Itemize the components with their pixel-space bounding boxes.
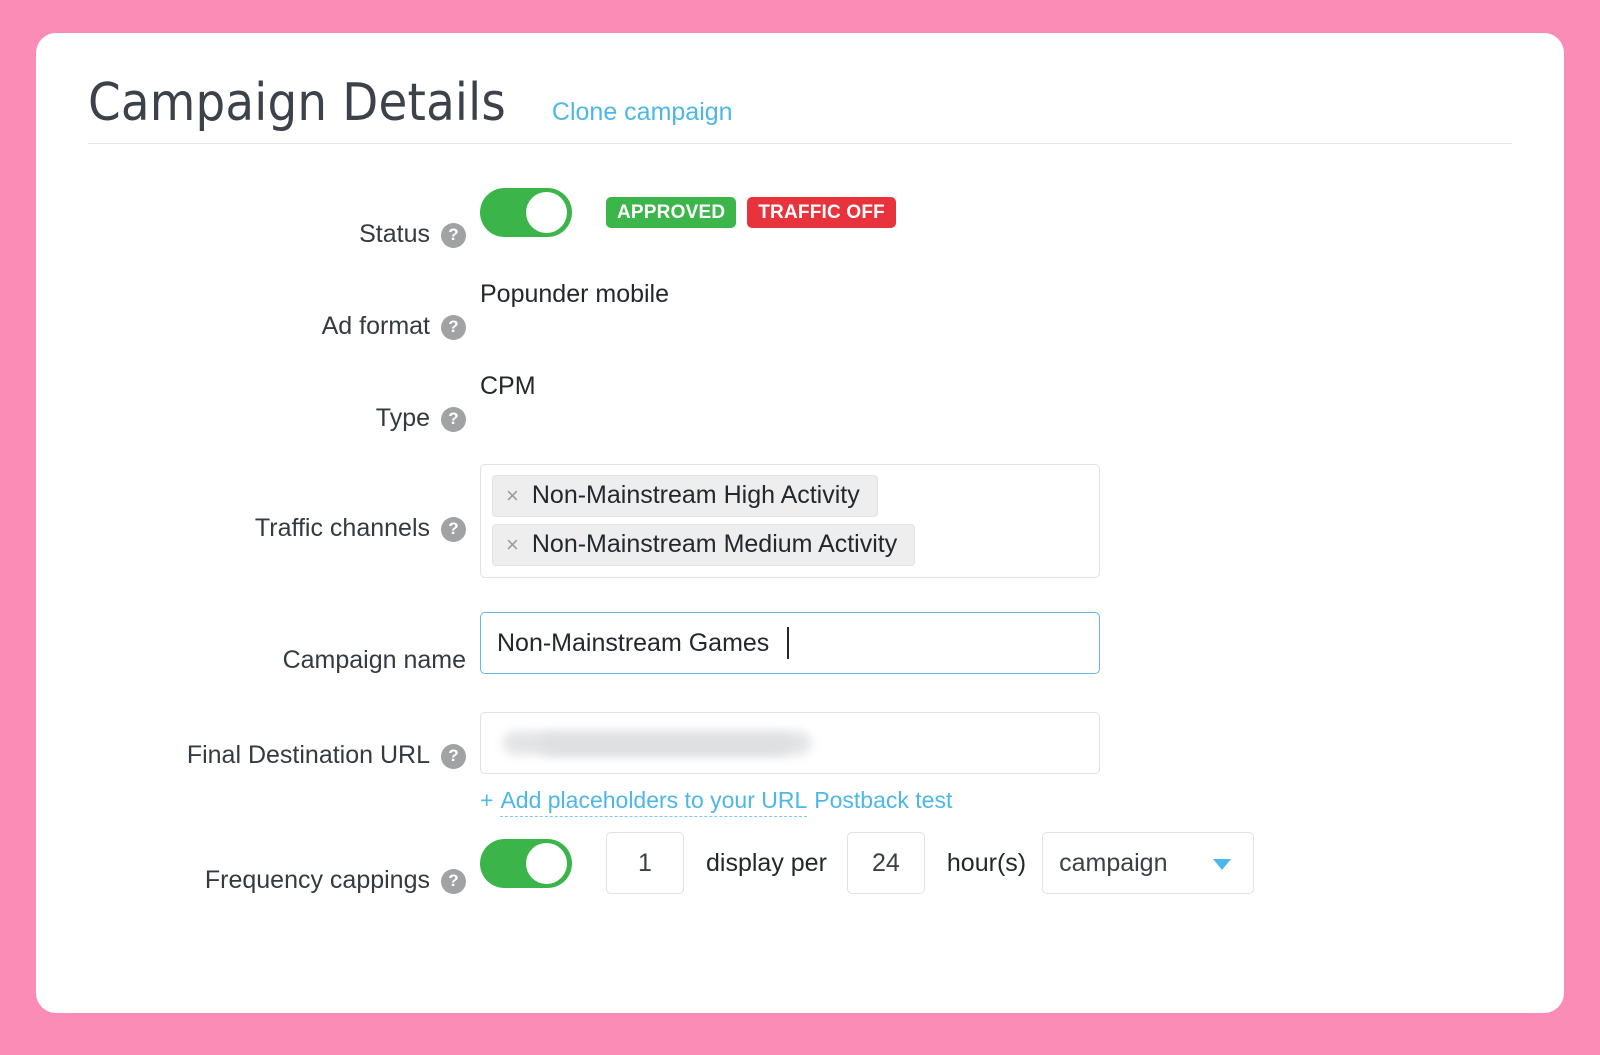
type-value: CPM [480, 372, 536, 400]
chevron-down-icon [1213, 859, 1232, 870]
final-url-stack: + Add placeholders to your URL Postback … [480, 712, 1100, 817]
campaign-name-label-group: Campaign name [88, 612, 480, 708]
help-icon-frequency-cappings[interactable]: ? [441, 868, 466, 894]
chip-remove-icon[interactable]: × [506, 484, 519, 507]
traffic-channels-multiselect[interactable]: × Non-Mainstream High Activity × Non-Mai… [480, 464, 1100, 578]
campaign-name-input[interactable] [480, 612, 1100, 674]
status-label: Status [359, 219, 430, 248]
traffic-channels-label-group: Traffic channels ? [88, 464, 480, 592]
help-icon-traffic-channels[interactable]: ? [441, 516, 466, 542]
row-final-destination-url: Final Destination URL ? + Add placeholde… [88, 712, 1512, 832]
frequency-display-per-text: display per [706, 848, 827, 877]
plus-icon: + [480, 787, 494, 813]
campaign-name-field [480, 612, 1512, 674]
status-badge-traffic-off: TRAFFIC OFF [747, 197, 896, 228]
add-placeholders-link[interactable]: Add placeholders to your URL [500, 787, 808, 817]
page-title: Campaign Details [88, 73, 506, 133]
frequency-cappings-field: display per hour(s) campaign [480, 832, 1512, 894]
frequency-hours-input[interactable] [846, 832, 925, 894]
status-badge-approved: APPROVED [606, 197, 737, 228]
ad-format-label: Ad format [321, 311, 430, 340]
frequency-cappings-label: Frequency cappings [204, 865, 430, 894]
frequency-hours-text: hour(s) [946, 848, 1027, 877]
traffic-channels-label: Traffic channels [254, 513, 430, 542]
help-icon-type[interactable]: ? [441, 406, 466, 432]
row-status: Status ? APPROVED TRAFFIC OFF [88, 188, 1512, 280]
chip-label: Non-Mainstream High Activity [531, 481, 860, 509]
redacted-url-value-overlay [541, 735, 791, 755]
status-toggle-knob [526, 192, 567, 233]
frequency-cappings-toggle[interactable] [480, 838, 572, 888]
final-url-input[interactable] [480, 712, 1100, 774]
status-label-group: Status ? [88, 188, 480, 280]
ad-format-label-group: Ad format ? [88, 280, 480, 372]
row-traffic-channels: Traffic channels ? × Non-Mainstream High… [88, 464, 1512, 612]
status-field: APPROVED TRAFFIC OFF [480, 188, 1512, 237]
campaign-name-input-wrap [480, 612, 1100, 674]
chip-remove-icon[interactable]: × [506, 533, 519, 556]
frequency-cappings-controls: display per hour(s) campaign [480, 832, 1255, 894]
final-url-links: + Add placeholders to your URL Postback … [480, 787, 1100, 817]
campaign-details-form: Status ? APPROVED TRAFFIC OFF Ad format [88, 144, 1512, 928]
ad-format-field: Popunder mobile [480, 280, 1512, 309]
clone-campaign-link[interactable]: Clone campaign [552, 98, 733, 127]
final-url-label: Final Destination URL [186, 740, 430, 769]
row-frequency-cappings: Frequency cappings ? display per hour(s)… [88, 832, 1512, 928]
row-campaign-name: Campaign name [88, 612, 1512, 712]
help-icon-final-url[interactable]: ? [441, 743, 466, 769]
row-type: Type ? CPM [88, 372, 1512, 464]
frequency-display-count-input[interactable] [606, 832, 684, 894]
page-background: Campaign Details Clone campaign Status ?… [0, 0, 1600, 1055]
row-ad-format: Ad format ? Popunder mobile [88, 280, 1512, 372]
status-badges: APPROVED TRAFFIC OFF [606, 197, 896, 228]
campaign-details-card: Campaign Details Clone campaign Status ?… [36, 33, 1564, 1013]
campaign-name-label: Campaign name [282, 645, 466, 674]
traffic-channels-field: × Non-Mainstream High Activity × Non-Mai… [480, 464, 1512, 578]
type-label: Type [375, 403, 430, 432]
card-header: Campaign Details Clone campaign [88, 77, 1512, 144]
traffic-channel-chip[interactable]: × Non-Mainstream Medium Activity [492, 524, 916, 566]
final-url-label-group: Final Destination URL ? [88, 712, 480, 798]
frequency-cappings-label-group: Frequency cappings ? [88, 832, 480, 928]
type-label-group: Type ? [88, 372, 480, 464]
final-url-field: + Add placeholders to your URL Postback … [480, 712, 1512, 817]
chip-label: Non-Mainstream Medium Activity [531, 530, 898, 558]
help-icon-status[interactable]: ? [441, 222, 466, 248]
frequency-cappings-toggle-knob [526, 842, 567, 884]
frequency-scope-select[interactable]: campaign [1042, 832, 1255, 894]
ad-format-value: Popunder mobile [480, 280, 670, 308]
text-caret [787, 627, 789, 659]
frequency-scope-value: campaign [1059, 848, 1168, 877]
traffic-channel-chip[interactable]: × Non-Mainstream High Activity [492, 475, 878, 517]
status-toggle[interactable] [480, 188, 572, 237]
type-field: CPM [480, 372, 1512, 401]
postback-test-link[interactable]: Postback test [814, 787, 952, 814]
help-icon-ad-format[interactable]: ? [441, 314, 466, 340]
